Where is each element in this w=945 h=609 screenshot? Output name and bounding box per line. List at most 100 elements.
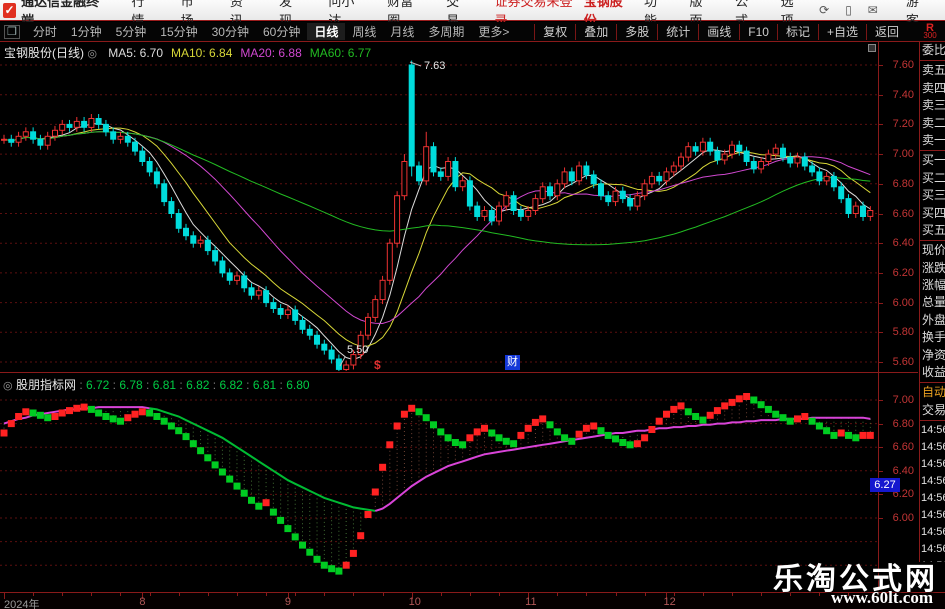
quote-row-买四: 买四	[922, 205, 945, 220]
indicator-axis-label: 7.00	[892, 394, 914, 406]
quote-row-卖二: 卖二	[922, 115, 945, 130]
layout-icon[interactable]: ❐	[4, 24, 20, 39]
tick-time-2: 14:56	[921, 458, 945, 471]
quote-row-外盘: 外盘	[922, 312, 945, 327]
quote-sidebar[interactable]: 委比卖五卖四卖三卖二卖一买一买二买三买四买五现价涨跌涨幅总量外盘换手净资收益自动…	[919, 42, 945, 562]
period-tab-分时[interactable]: 分时	[26, 23, 64, 40]
tool-button-+自选[interactable]: +自选	[817, 23, 866, 40]
indicator-header: ◎ 股朋指标网 : 6.72 : 6.78 : 6.81 : 6.82 : 6.…	[3, 376, 310, 393]
tool-button-返回[interactable]: 返回	[865, 23, 907, 40]
quote-row-总量: 总量	[922, 295, 945, 310]
period-tab-周线[interactable]: 周线	[345, 23, 383, 40]
quote-row-涨跌: 涨跌	[922, 260, 945, 275]
quote-row-买一: 买一	[922, 153, 945, 168]
news-marker-badge[interactable]: 财	[505, 355, 520, 370]
main-axis-label: 6.60	[892, 207, 914, 220]
tool-button-标记[interactable]: 标记	[776, 23, 818, 40]
indicator-chart[interactable]	[0, 390, 878, 590]
x-axis-label-9: 9	[284, 596, 292, 608]
indicator-collapse-icon[interactable]: ◎	[3, 380, 13, 392]
quote-row-买五: 买五	[922, 222, 945, 237]
tick-time-6: 14:56	[921, 526, 945, 539]
period-tab-月线[interactable]: 月线	[383, 23, 421, 40]
quote-row-净资: 净资	[922, 347, 945, 362]
tool-button-统计[interactable]: 统计	[657, 23, 698, 40]
quote-row-卖五: 卖五	[922, 63, 945, 78]
tick-time-4: 14:56	[921, 492, 945, 505]
main-axis-label: 6.80	[892, 177, 914, 190]
tool-button-group: 复权 叠加 多股 统计 画线 F10 标记 +自选 返回	[534, 23, 907, 40]
ma-label-2: MA20: 6.88	[240, 46, 302, 60]
period-tab-30分钟[interactable]: 30分钟	[205, 23, 256, 40]
panel-divider[interactable]	[0, 372, 918, 373]
current-price-marker: 6.27	[870, 478, 900, 492]
period-tab-15分钟[interactable]: 15分钟	[153, 23, 204, 40]
period-tab-更多>[interactable]: 更多>	[471, 23, 516, 40]
main-axis-label: 6.40	[892, 237, 914, 250]
quote-row-涨幅: 涨幅	[922, 278, 945, 293]
quote-row-换手: 换手	[922, 330, 945, 345]
refresh-icon[interactable]: ⟳	[819, 3, 829, 17]
indicator-axis-label: 6.80	[892, 417, 914, 430]
main-axis-label: 6.00	[892, 296, 914, 309]
main-axis-label: 5.80	[892, 326, 914, 339]
ma-label-0: MA5: 6.70	[108, 46, 163, 60]
main-axis-label: 7.60	[892, 59, 914, 71]
quote-row-收益: 收益	[922, 365, 945, 380]
period-tab-60分钟[interactable]: 60分钟	[256, 23, 307, 40]
indicator-axis-label: 6.60	[892, 441, 914, 454]
tick-time-5: 14:56	[921, 509, 945, 522]
tick-time-3: 14:56	[921, 475, 945, 488]
x-axis-label-11: 11	[525, 596, 537, 608]
ma-label-1: MA10: 6.84	[171, 46, 233, 60]
top-menubar: ✓ 通达信金融终端 行情 市场 资讯 发现 问小达 财富圈 交易 证券交易未登录 宝钢股份 …	[0, 0, 945, 28]
chart-title: 宝钢股份(日线)	[4, 46, 84, 60]
tab-auto[interactable]: 自动	[920, 384, 945, 401]
x-axis-label-2024年: 2024年	[4, 599, 40, 609]
x-axis-label-12: 12	[663, 596, 676, 608]
main-chart[interactable]: 7.63 5.50	[0, 42, 878, 372]
x-axis-label-8: 8	[139, 596, 146, 608]
tick-time-0: 14:56	[921, 424, 945, 437]
collapse-icon[interactable]: ◎	[87, 48, 97, 60]
tool-button-F10[interactable]: F10	[739, 23, 777, 40]
main-chart-header: 宝钢股份(日线) ◎ MA5: 6.70 MA10: 6.84 MA20: 6.88…	[4, 44, 371, 61]
period-tab-5分钟[interactable]: 5分钟	[109, 23, 154, 40]
main-axis-label: 7.00	[892, 148, 914, 161]
main-axis-label: 7.20	[892, 118, 914, 131]
x-axis-label-10: 10	[408, 596, 421, 608]
main-axis-label: 7.40	[892, 88, 914, 101]
svg-text:7.63: 7.63	[424, 60, 445, 72]
tool-button-多股[interactable]: 多股	[616, 23, 657, 40]
quote-row-委比: 委比	[922, 43, 945, 57]
tdx-terminal-window: ✓ 通达信金融终端 行情 市场 资讯 发现 问小达 财富圈 交易 证券交易未登录 宝钢股份 …	[0, 0, 945, 609]
app-logo-icon: ✓	[3, 2, 17, 18]
period-tab-1分钟[interactable]: 1分钟	[64, 23, 109, 40]
tab-trade[interactable]: 交易	[920, 402, 945, 419]
dividend-marker-icon[interactable]: $	[374, 358, 381, 372]
main-axis-label: 6.20	[892, 266, 914, 279]
watermark-site-url: www.60lt.com	[831, 588, 933, 607]
period-toolbar: ❐ 分时 1分钟 5分钟 15分钟 30分钟 60分钟 日线 周线 月线 多周期 更多> 复权 叠加多…	[0, 22, 945, 42]
quote-row-卖四: 卖四	[922, 80, 945, 95]
svg-text:5.50: 5.50	[347, 344, 368, 356]
indicator-values: : 6.72 : 6.78 : 6.81 : 6.82 : 6.82 : 6.8…	[79, 378, 310, 392]
tool-button-复权[interactable]: 复权	[534, 23, 575, 40]
quote-row-买三: 买三	[922, 188, 945, 203]
tool-button-画线[interactable]: 画线	[698, 23, 739, 40]
refresh-rate-badge[interactable]: R 300	[917, 22, 943, 40]
quote-row-卖三: 卖三	[922, 98, 945, 113]
main-axis-label: 5.60	[892, 356, 914, 368]
quote-row-现价: 现价	[922, 243, 945, 258]
period-tab-日线[interactable]: 日线	[307, 23, 346, 40]
ma-label-3: MA60: 6.77	[309, 46, 372, 60]
quote-row-买二: 买二	[922, 170, 945, 185]
period-tabs: 分时 1分钟 5分钟 15分钟 30分钟 60分钟 日线 周线 月线 多周期 更多>	[26, 23, 517, 40]
tool-button-叠加[interactable]: 叠加	[575, 23, 616, 40]
quote-row-卖一: 卖一	[922, 132, 945, 147]
period-tab-多周期[interactable]: 多周期	[421, 23, 471, 40]
tool-buttons: 复权 叠加 多股 统计 画线 F10 标记 +自选 返回 R 300	[534, 22, 945, 42]
chart-corner-icon[interactable]	[868, 44, 876, 52]
mobile-icon[interactable]: ▯	[845, 3, 852, 17]
mail-icon[interactable]: ✉	[868, 3, 878, 17]
